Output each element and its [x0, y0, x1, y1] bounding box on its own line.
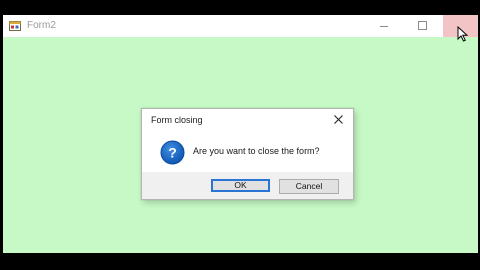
minimize-button[interactable] — [365, 15, 403, 37]
dialog-message: Are you want to close the form? — [193, 146, 320, 156]
mouse-cursor-icon — [457, 26, 469, 42]
form-app-icon — [9, 21, 21, 31]
cancel-button[interactable]: Cancel — [279, 179, 339, 194]
dialog-title: Form closing — [151, 115, 203, 125]
dialog-button-bar: OK Cancel — [142, 172, 353, 199]
question-icon: ? — [160, 140, 185, 165]
title-bar[interactable]: Form2 — [3, 15, 478, 37]
form-closing-dialog: Form closing ? Are you want to close the… — [141, 108, 354, 200]
maximize-button[interactable] — [403, 15, 443, 37]
ok-button[interactable]: OK — [211, 179, 270, 192]
svg-text:?: ? — [168, 145, 177, 161]
dialog-close-icon[interactable] — [333, 114, 344, 125]
window-title: Form2 — [27, 20, 56, 31]
